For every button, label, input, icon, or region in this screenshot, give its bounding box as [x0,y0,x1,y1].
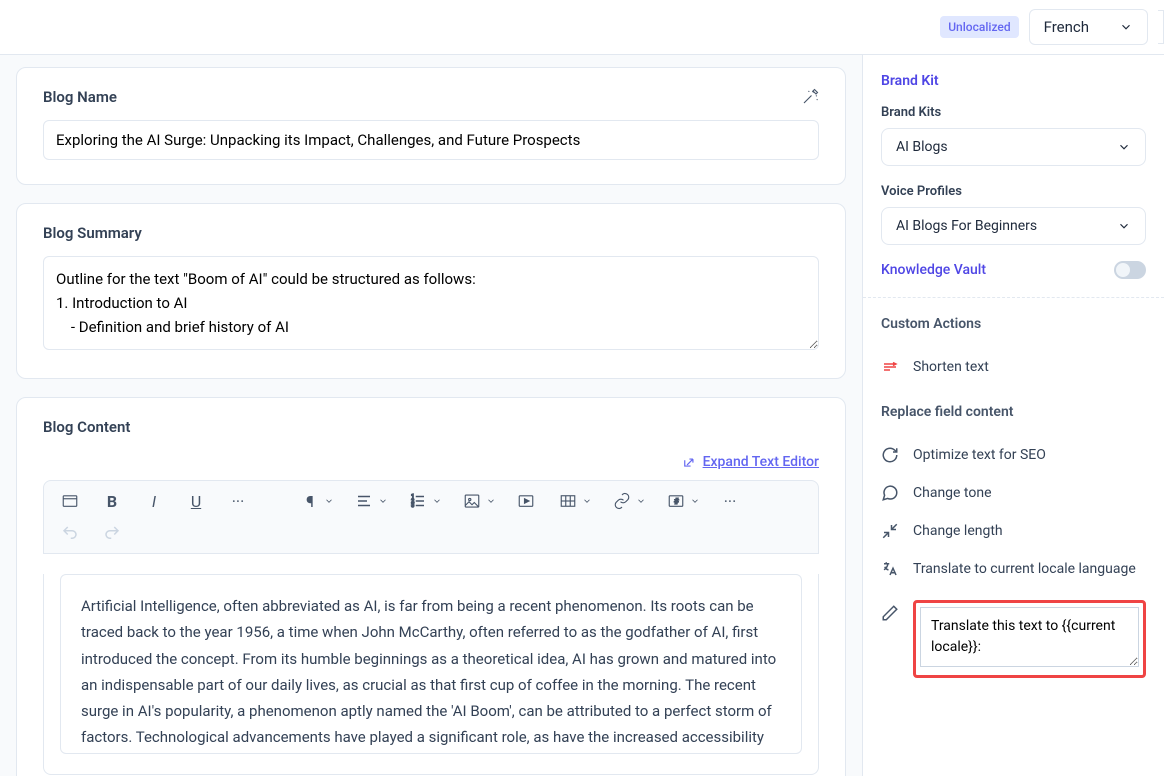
change-tone-label: Change tone [913,485,992,501]
blog-name-input[interactable] [43,120,819,160]
blog-name-label: Blog Name [43,88,117,106]
brand-kits-select[interactable]: AI Blogs [881,128,1146,166]
brand-kit-title: Brand Kit [881,73,1146,89]
editor-content[interactable]: Artificial Intelligence, often abbreviat… [60,574,802,754]
blog-name-card: Blog Name [16,67,846,185]
chevron-down-icon[interactable] [690,496,700,506]
translate-label: Translate to current locale language [913,561,1136,577]
blog-content-label: Blog Content [43,418,130,436]
shorten-icon [881,358,899,376]
blog-summary-textarea[interactable] [43,256,819,350]
chevron-down-icon[interactable] [582,496,592,506]
chevron-down-icon[interactable] [636,496,646,506]
paragraph-icon[interactable]: ¶ [298,489,322,513]
video-icon[interactable] [514,489,538,513]
optimize-seo-action[interactable]: Optimize text for SEO [881,436,1146,474]
more-menu-icon[interactable]: ··· [718,489,742,513]
replace-field-title: Replace field content [881,404,1146,420]
shorten-text-label: Shorten text [913,359,989,375]
align-icon[interactable] [352,489,376,513]
voice-profiles-value: AI Blogs For Beginners [896,218,1037,234]
bold-button[interactable]: B [100,489,124,513]
heading-icon[interactable] [58,489,82,513]
translate-action[interactable]: Translate to current locale language [881,550,1146,588]
change-length-action[interactable]: Change length [881,512,1146,550]
italic-button[interactable]: I [142,489,166,513]
optimize-seo-label: Optimize text for SEO [913,447,1046,463]
chevron-down-icon[interactable] [486,496,496,506]
sidebar: Brand Kit Brand Kits AI Blogs Voice Prof… [862,55,1164,776]
chevron-down-icon [1119,20,1133,34]
translate-icon [881,560,899,578]
knowledge-vault-label: Knowledge Vault [881,262,986,278]
undo-icon[interactable] [58,521,82,545]
expand-icon [683,455,697,469]
topbar: Unlocalized French [0,0,1164,55]
knowledge-vault-toggle[interactable] [1114,261,1146,279]
shorten-text-action[interactable]: Shorten text [881,348,1146,386]
left-column: Blog Name Blog Summary Blog Content Expa… [0,55,862,776]
wand-icon[interactable] [801,88,819,106]
blog-summary-label: Blog Summary [43,224,142,242]
chevron-down-icon[interactable] [432,496,442,506]
change-length-label: Change length [913,523,1003,539]
link-icon[interactable] [610,489,634,513]
editor-toolbar: B I U ··· ¶ 123 [43,480,819,554]
expand-text-editor-link[interactable]: Expand Text Editor [703,454,819,470]
language-select[interactable]: French [1029,9,1148,45]
chevron-down-icon [1117,219,1131,233]
custom-actions-title: Custom Actions [881,316,1146,332]
language-value: French [1044,18,1089,36]
edit-prompt-highlight [913,600,1146,678]
svg-text:3: 3 [411,503,414,509]
hash-icon[interactable]: # [664,489,688,513]
collapse-icon [881,522,899,540]
edit-prompt-textarea[interactable] [920,607,1139,667]
voice-profiles-label: Voice Profiles [881,184,1146,199]
chevron-down-icon[interactable] [324,496,334,506]
refresh-icon [881,446,899,464]
unlocalized-badge: Unlocalized [940,16,1018,38]
blog-content-card: Blog Content Expand Text Editor B I U ··… [16,397,846,776]
brand-kits-label: Brand Kits [881,105,1146,120]
main-area: Blog Name Blog Summary Blog Content Expa… [0,55,1164,776]
table-icon[interactable] [556,489,580,513]
svg-text:#: # [674,497,679,507]
chevron-down-icon[interactable] [378,496,388,506]
right-edge-box [1158,10,1164,44]
chat-icon [881,484,899,502]
underline-button[interactable]: U [184,489,208,513]
list-icon[interactable]: 123 [406,489,430,513]
brand-kits-value: AI Blogs [896,139,948,155]
blog-summary-card: Blog Summary [16,203,846,379]
editor-body: Artificial Intelligence, often abbreviat… [43,574,819,775]
chevron-down-icon [1117,140,1131,154]
image-icon[interactable] [460,489,484,513]
voice-profiles-select[interactable]: AI Blogs For Beginners [881,207,1146,245]
pencil-icon[interactable] [881,604,899,622]
redo-icon[interactable] [100,521,124,545]
change-tone-action[interactable]: Change tone [881,474,1146,512]
more-format-icon[interactable]: ··· [226,489,250,513]
